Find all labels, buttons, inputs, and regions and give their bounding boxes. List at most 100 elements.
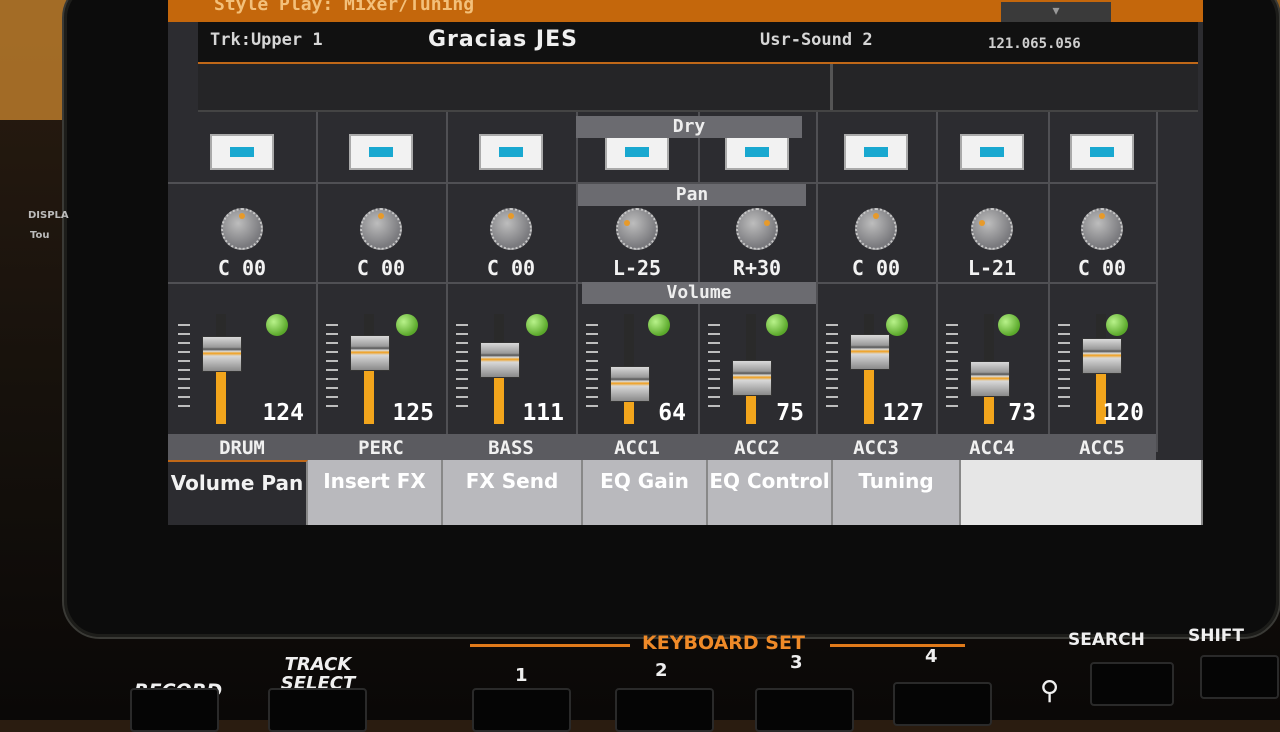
dry-toggle-button[interactable] [844, 134, 908, 170]
dry-toggle-button[interactable] [349, 134, 413, 170]
shift-button[interactable] [1200, 655, 1279, 699]
channel-name[interactable]: ACC1 [576, 434, 698, 462]
kb-set-1-button[interactable] [472, 688, 571, 732]
page-menu-button[interactable]: ▾ [1001, 2, 1111, 24]
dry-cell [316, 112, 446, 184]
volume-scale [456, 324, 468, 414]
dry-toggle-button[interactable] [725, 134, 789, 170]
knob-indicator [624, 220, 630, 226]
dry-toggle-button[interactable] [479, 134, 543, 170]
tab-tuning[interactable]: Tuning [833, 460, 961, 525]
volume-cell: 75 [698, 284, 816, 452]
pan-knob[interactable] [616, 208, 658, 250]
play-status-led[interactable] [526, 314, 548, 336]
channel-name[interactable]: DRUM [168, 434, 316, 462]
channel-strip-acc3: C 00 127 ACC3 [816, 112, 938, 462]
channel-name[interactable]: ACC2 [698, 434, 816, 462]
record-button[interactable] [130, 688, 219, 732]
tab-volume-pan[interactable]: Volume Pan [168, 460, 308, 525]
volume-scale [326, 324, 338, 414]
volume-value: 64 [658, 400, 686, 426]
channel-name[interactable]: BASS [446, 434, 576, 462]
volume-fader-handle[interactable] [610, 366, 650, 402]
play-status-led[interactable] [266, 314, 288, 336]
mixer-screen: Style Play: Mixer/Tuning ▾ Trk:Upper 1 G… [168, 0, 1203, 525]
volume-fader-handle[interactable] [970, 361, 1010, 397]
keyboard-set-group: KEYBOARD SET [470, 632, 970, 660]
tab-eq-control[interactable]: EQ Control [708, 460, 833, 525]
play-status-led[interactable] [998, 314, 1020, 336]
knob-indicator [764, 220, 770, 226]
tab-eq-gain[interactable]: EQ Gain [583, 460, 708, 525]
channel-name[interactable]: ACC4 [936, 434, 1048, 462]
play-status-led[interactable] [1106, 314, 1128, 336]
volume-fader-track[interactable] [610, 314, 650, 424]
pan-knob[interactable] [1081, 208, 1123, 250]
volume-fader-handle[interactable] [1082, 338, 1122, 374]
display-label: DISPLA [28, 210, 69, 221]
kb-set-4-button[interactable] [893, 682, 992, 726]
dry-toggle-button[interactable] [960, 134, 1024, 170]
pan-value: C 00 [851, 256, 901, 280]
pan-knob[interactable] [971, 208, 1013, 250]
pan-knob[interactable] [490, 208, 532, 250]
pan-knob[interactable] [736, 208, 778, 250]
volume-fader-handle[interactable] [202, 336, 242, 372]
pan-knob[interactable] [855, 208, 897, 250]
volume-value: 125 [392, 400, 434, 426]
play-status-led[interactable] [886, 314, 908, 336]
channel-strip-drum: C 00 124 DRUM [168, 112, 318, 462]
pan-cell: C 00 [816, 184, 936, 284]
pan-cell: C 00 [1048, 184, 1156, 284]
dry-toggle-button[interactable] [1070, 134, 1134, 170]
tab-bar: Volume Pan Insert FX FX Send EQ Gain EQ Cont… [168, 460, 1203, 525]
shift-label: SHIFT [1188, 626, 1245, 646]
dry-cell [1048, 112, 1156, 184]
sound-name[interactable]: Usr-Sound 2 [760, 30, 873, 50]
channel-name[interactable]: ACC3 [816, 434, 936, 462]
tab-fx-send[interactable]: FX Send [443, 460, 583, 525]
track-select-button[interactable] [268, 688, 367, 732]
knob-indicator [239, 213, 245, 219]
knob-indicator [1099, 213, 1105, 219]
volume-value: 73 [1008, 400, 1036, 426]
song-name[interactable]: Gracias JES [428, 27, 578, 52]
tab-insert-fx[interactable]: Insert FX [308, 460, 443, 525]
volume-fader-track[interactable] [202, 314, 242, 424]
dry-cell [816, 112, 936, 184]
kb-set-number-4: 4 [925, 646, 938, 667]
kb-set-3-button[interactable] [755, 688, 854, 732]
volume-fader-track[interactable] [850, 314, 890, 424]
keyboard-set-label: KEYBOARD SET [642, 632, 805, 654]
kb-set-2-button[interactable] [615, 688, 714, 732]
search-label: SEARCH [1068, 630, 1145, 650]
dry-toggle-button[interactable] [605, 134, 669, 170]
play-status-led[interactable] [648, 314, 670, 336]
volume-fader-handle[interactable] [850, 334, 890, 370]
volume-fader-track[interactable] [350, 314, 390, 424]
volume-fader-handle[interactable] [480, 342, 520, 378]
channel-name[interactable]: ACC5 [1048, 434, 1156, 462]
channel-name[interactable]: PERC [316, 434, 446, 462]
track-label[interactable]: Trk:Upper 1 [210, 30, 323, 50]
pan-knob[interactable] [221, 208, 263, 250]
play-status-led[interactable] [396, 314, 418, 336]
volume-fader-track[interactable] [732, 314, 772, 424]
volume-fader-track[interactable] [970, 314, 1010, 424]
dry-indicator [745, 147, 769, 157]
channel-strip-perc: C 00 125 PERC [316, 112, 448, 462]
kb-set-number-1: 1 [515, 665, 528, 686]
search-icon: ⚲ [1040, 676, 1060, 706]
volume-fader-handle[interactable] [732, 360, 772, 396]
pan-knob[interactable] [360, 208, 402, 250]
dry-toggle-button[interactable] [210, 134, 274, 170]
search-button[interactable] [1090, 662, 1174, 706]
dry-indicator [864, 147, 888, 157]
tab-empty [961, 460, 1203, 525]
play-status-led[interactable] [766, 314, 788, 336]
page-title: Style Play: Mixer/Tuning [214, 0, 475, 15]
volume-fader-handle[interactable] [350, 335, 390, 371]
volume-fader-track[interactable] [480, 314, 520, 424]
volume-value: 127 [882, 400, 924, 426]
divider [470, 644, 630, 647]
